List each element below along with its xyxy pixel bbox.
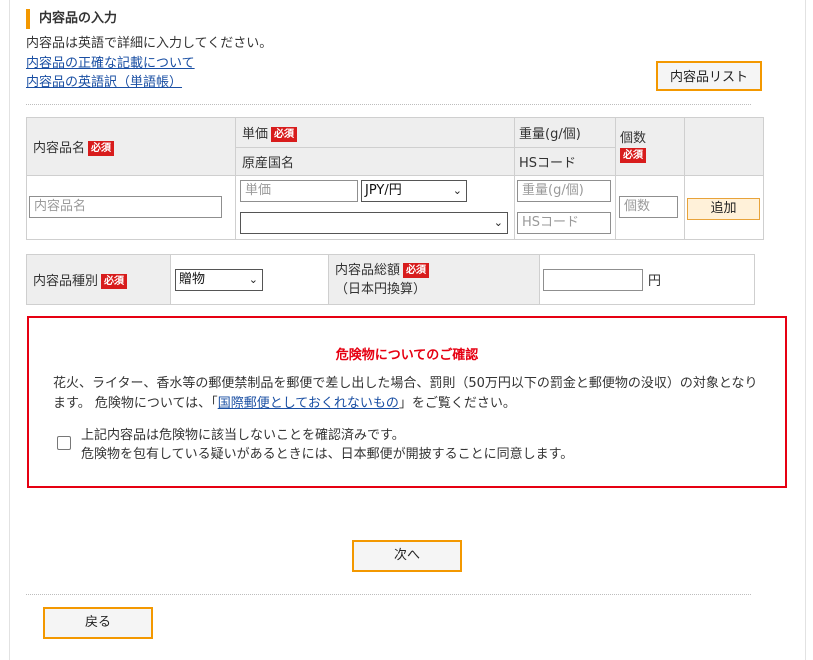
category-select[interactable]: 贈物 ⌄ <box>175 269 263 291</box>
quantity-cell: 個数 <box>615 175 685 240</box>
required-badge: 必須 <box>403 262 430 278</box>
origin-header: 原産国名 <box>235 147 515 176</box>
quantity-input[interactable]: 個数 <box>619 196 678 218</box>
chevron-down-icon: ⌄ <box>493 216 503 229</box>
section-description: 内容品は英語で詳細に入力してください。 <box>26 36 273 51</box>
unit-price-header: 単価 必須 <box>235 117 515 148</box>
total-value-cell: 円 <box>539 254 755 305</box>
next-button[interactable]: 次へ <box>352 540 462 572</box>
item-name-header: 内容品名 必須 <box>26 117 236 176</box>
required-badge: 必須 <box>620 147 646 163</box>
required-badge: 必須 <box>88 141 115 156</box>
confirm-text: 上記内容品は危険物に該当しないことを確認済みです。 危険物を包有している疑いがあ… <box>81 428 574 462</box>
required-badge: 必須 <box>271 127 298 142</box>
item-entry-table: 内容品名 必須 単価 必須 重量(g/個) 個数 必須 原産国名 HSコード 内容品… <box>26 117 764 240</box>
chevron-down-icon: ⌄ <box>248 273 258 286</box>
hs-code-header: HSコード <box>514 147 616 176</box>
origin-country-select[interactable]: ⌄ <box>240 212 508 234</box>
divider <box>26 104 751 105</box>
confirm-checkbox[interactable] <box>57 436 71 450</box>
weight-hs-cell: 重量(g/個) HSコード <box>514 175 616 240</box>
unit-price-input[interactable]: 単価 <box>240 180 358 202</box>
prohibited-items-link[interactable]: 国際郵便としておくれないもの <box>218 396 399 411</box>
currency-select[interactable]: JPY/円 ⌄ <box>361 180 467 202</box>
category-select-cell: 贈物 ⌄ <box>170 254 329 305</box>
category-table: 内容品種別 必須 贈物 ⌄ 内容品総額 必須 （日本円換算） 円 <box>26 254 755 305</box>
add-cell: 追加 <box>684 175 764 240</box>
section-title: 内容品の入力 <box>26 9 117 29</box>
hs-code-input[interactable]: HSコード <box>517 212 611 234</box>
total-amount-input[interactable] <box>543 269 643 291</box>
danger-description: 花火、ライター、香水等の郵便禁制品を郵便で差し出した場合、罰則（50万円以下の罰… <box>53 376 758 411</box>
total-label-cell: 内容品総額 必須 （日本円換算） <box>328 254 540 305</box>
item-name-cell: 内容品名 <box>26 175 236 240</box>
action-header <box>684 117 764 176</box>
danger-title: 危険物についてのご確認 <box>335 348 479 363</box>
add-item-button[interactable]: 追加 <box>687 198 760 220</box>
item-list-button[interactable]: 内容品リスト <box>656 61 762 91</box>
weight-input[interactable]: 重量(g/個) <box>517 180 611 202</box>
accurate-description-link[interactable]: 内容品の正確な記載について <box>26 54 195 73</box>
help-links: 内容品の正確な記載について 内容品の英語訳（単語帳） <box>26 54 195 92</box>
english-glossary-link[interactable]: 内容品の英語訳（単語帳） <box>26 73 195 92</box>
yen-unit: 円 <box>648 274 662 289</box>
chevron-down-icon: ⌄ <box>452 184 462 197</box>
weight-header: 重量(g/個) <box>514 117 616 148</box>
required-badge: 必須 <box>101 274 128 289</box>
item-name-input[interactable]: 内容品名 <box>29 196 222 218</box>
divider <box>26 594 751 595</box>
dangerous-goods-box: 危険物についてのご確認 花火、ライター、香水等の郵便禁制品を郵便で差し出した場合… <box>27 316 787 488</box>
quantity-header: 個数 必須 <box>615 117 685 176</box>
price-origin-cell: 単価 JPY/円 ⌄ ⌄ <box>235 175 515 240</box>
back-button[interactable]: 戻る <box>43 607 153 639</box>
category-label-cell: 内容品種別 必須 <box>26 254 171 305</box>
